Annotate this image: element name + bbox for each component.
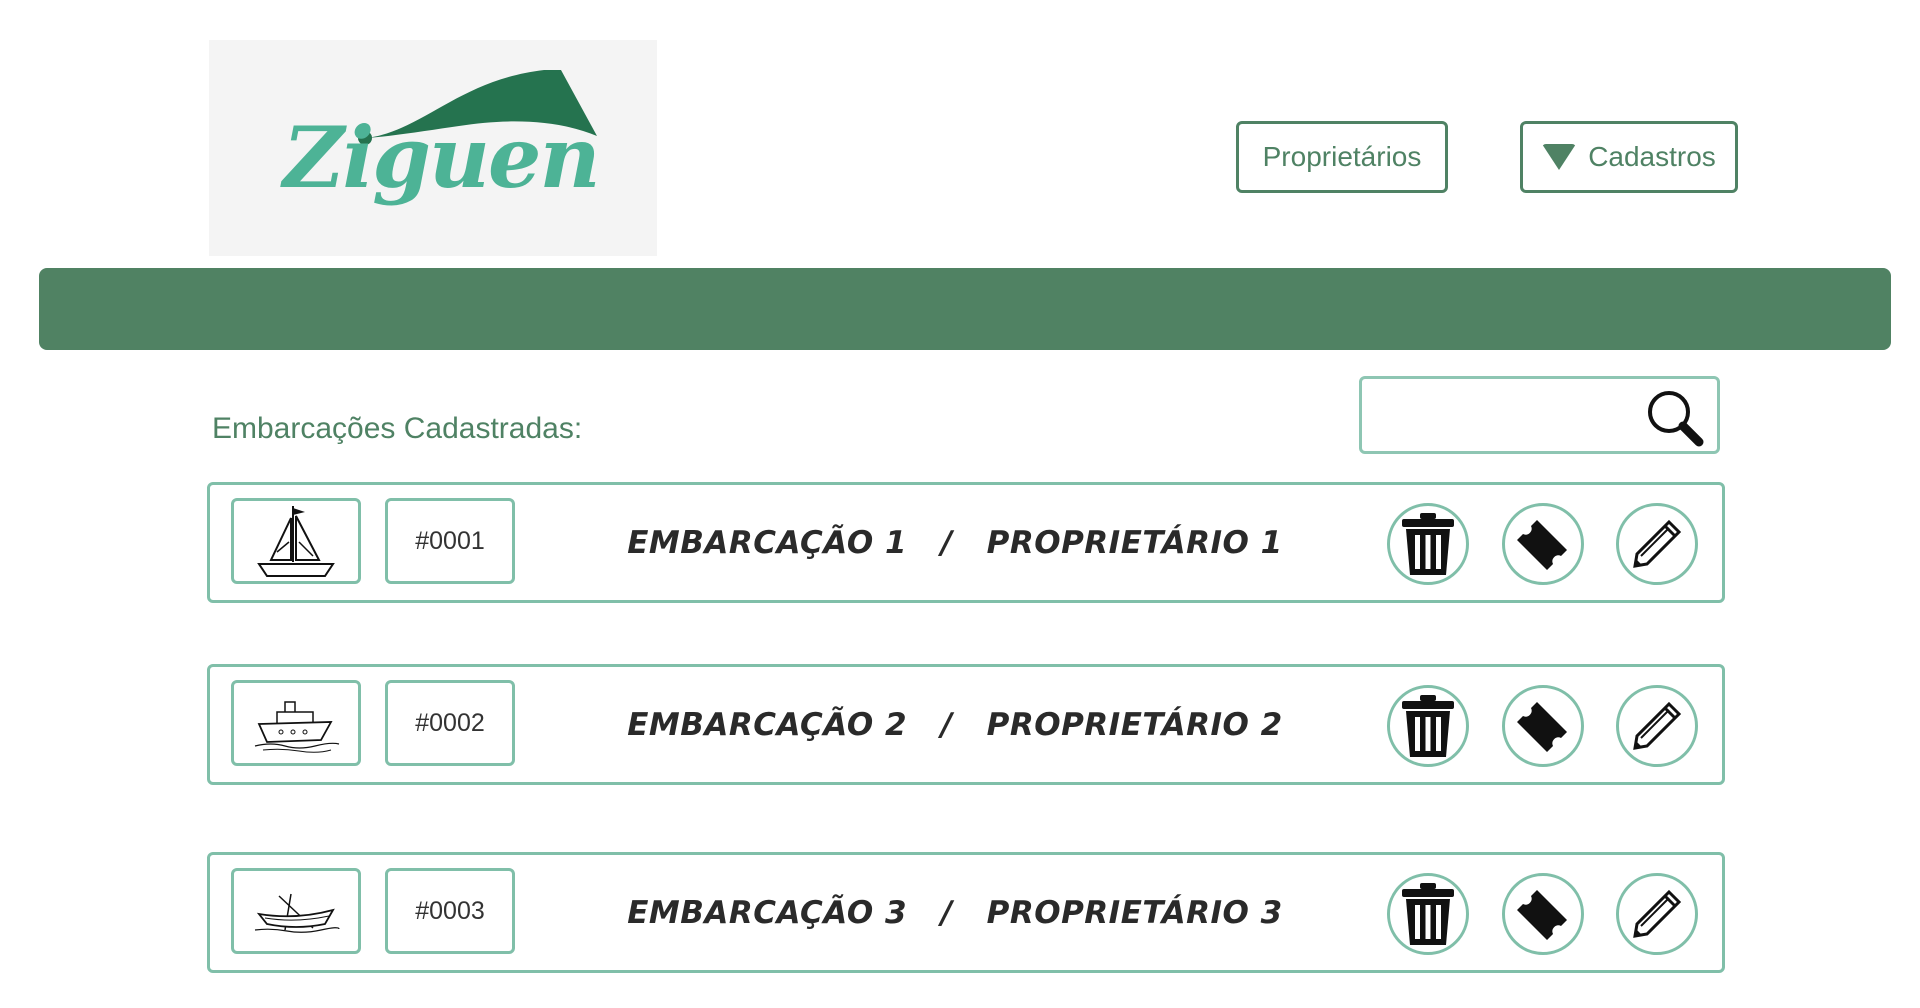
vessel-thumbnail [231, 498, 361, 584]
delete-button[interactable] [1387, 503, 1469, 585]
vessel-owner-title: EMBARCAÇÃO 3 / PROPRIETÁRIO 3 [627, 894, 1283, 931]
delete-button[interactable] [1387, 873, 1469, 955]
vessel-id: #0001 [385, 498, 515, 584]
pencil-icon [1633, 701, 1682, 750]
brand-name: Ziguen [283, 108, 601, 207]
triangle-down-icon [1542, 144, 1577, 170]
list-item: #0001 EMBARCAÇÃO 1 / PROPRIETÁRIO 1 [207, 482, 1725, 603]
search-input[interactable] [1370, 387, 1654, 445]
ticket-button[interactable] [1502, 873, 1584, 955]
sailboat-icon [257, 506, 335, 577]
search-icon[interactable] [1643, 387, 1707, 449]
vessel-thumbnail [231, 680, 361, 766]
owners-button[interactable]: Proprietários [1236, 121, 1448, 193]
registrations-button-label: Cadastros [1588, 141, 1716, 172]
edit-button[interactable] [1616, 873, 1698, 955]
header-bar [39, 268, 1891, 350]
rowboat-icon [254, 893, 340, 933]
pencil-icon [1633, 889, 1682, 938]
vessel-thumbnail [231, 868, 361, 954]
list-item: #0003 EMBARCAÇÃO 3 / PROPRIETÁRIO 3 [207, 852, 1725, 973]
list-item: #0002 EMBARCAÇÃO 2 / PROPRIETÁRIO 2 [207, 664, 1725, 785]
ticket-icon [1517, 702, 1567, 752]
ticket-icon [1517, 890, 1567, 940]
edit-button[interactable] [1616, 503, 1698, 585]
trash-icon [1402, 513, 1454, 575]
trash-icon [1402, 695, 1454, 757]
edit-button[interactable] [1616, 685, 1698, 767]
section-title: Embarcações Cadastradas: [212, 412, 583, 445]
vessel-id: #0003 [385, 868, 515, 954]
ticket-icon [1517, 520, 1567, 570]
search-box[interactable] [1359, 376, 1720, 454]
logo[interactable]: Ziguen [209, 40, 657, 256]
ship-icon [254, 701, 340, 753]
trash-icon [1402, 883, 1454, 945]
owners-button-label: Proprietários [1262, 141, 1422, 172]
registrations-dropdown-button[interactable]: Cadastros [1520, 121, 1738, 193]
ticket-button[interactable] [1502, 503, 1584, 585]
vessel-owner-title: EMBARCAÇÃO 1 / PROPRIETÁRIO 1 [627, 524, 1283, 561]
ticket-button[interactable] [1502, 685, 1584, 767]
vessel-id: #0002 [385, 680, 515, 766]
vessel-owner-title: EMBARCAÇÃO 2 / PROPRIETÁRIO 2 [627, 706, 1283, 743]
pencil-icon [1633, 519, 1682, 568]
delete-button[interactable] [1387, 685, 1469, 767]
